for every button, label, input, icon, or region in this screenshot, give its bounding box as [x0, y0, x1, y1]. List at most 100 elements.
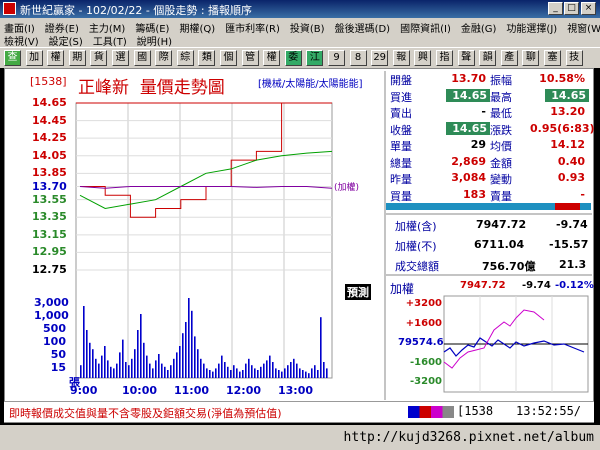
volume-bar — [272, 362, 274, 378]
price-axis-label: 14.25 — [32, 131, 67, 145]
industry-label: [機械/太陽能/太陽能能] — [258, 79, 363, 90]
volume-bar — [134, 349, 136, 378]
quote-amp-label: 振幅 — [490, 74, 512, 87]
forecast-tag[interactable]: 預測 — [345, 284, 371, 300]
volume-bar — [98, 363, 100, 378]
quote-amp-value: 10.58% — [539, 72, 585, 85]
quote-buy-label: 買進 — [390, 90, 412, 104]
price-axis-label: 13.70 — [32, 179, 67, 193]
quote-close-value: 14.65 — [446, 121, 490, 135]
volume-axis-label: 1,000 — [34, 309, 69, 322]
mini-chart-title: 加權 — [390, 282, 415, 296]
volume-bar — [245, 363, 247, 378]
volume-axis-label: 100 — [43, 335, 66, 348]
volume-bar — [182, 333, 184, 378]
index-row-1: 加權(含) — [395, 218, 437, 234]
time-axis-label: 9:00 — [70, 384, 98, 397]
quote-amt-value: 0.40 — [557, 154, 585, 168]
volume-bar — [212, 371, 214, 378]
index-row-3-label: 成交總額 — [395, 260, 439, 273]
volume-bar — [236, 368, 238, 378]
volume-bar — [92, 349, 94, 378]
quote-yvol-value: 3,084 — [451, 171, 486, 184]
quote-svol-label: 賣量 — [490, 189, 512, 203]
status-time: 13:52:55/ — [516, 404, 582, 418]
volume-bar — [269, 355, 271, 378]
volume-bar — [296, 363, 298, 378]
volume-bar — [119, 352, 121, 378]
quote-tvol-label: 總量 — [390, 156, 412, 170]
volume-bar — [290, 362, 292, 378]
index-row-1-label: 加權(含) — [395, 220, 437, 233]
volume-bar — [275, 368, 277, 378]
volume-bar — [218, 363, 220, 378]
volume-bar — [113, 368, 115, 378]
stock-name: 正峰新 量價走勢圖 — [78, 73, 225, 98]
volume-axis-label: 50 — [50, 348, 66, 361]
volume-bar — [293, 358, 295, 378]
mini-axis-label: 79574.6 — [398, 337, 444, 348]
volume-bar — [128, 365, 130, 378]
volume-axis-label: 15 — [50, 361, 66, 374]
volume-bar — [281, 371, 283, 378]
volume-bar — [314, 365, 316, 378]
mini-axis-label: -1600 — [410, 356, 442, 368]
quote-high-label: 最高 — [490, 90, 512, 104]
volume-bar — [215, 368, 217, 378]
price-axis-label: 13.15 — [32, 227, 67, 241]
stock-code: [1538] — [30, 75, 67, 88]
quote-chg-label: 漲跌 — [490, 123, 512, 137]
quote-sell-label: 賣出 — [390, 107, 412, 120]
volume-bar — [254, 368, 256, 378]
volume-bar — [152, 368, 154, 378]
volume-bar — [308, 373, 310, 378]
volume-bar — [188, 298, 190, 378]
volume-bar — [320, 317, 322, 378]
volume-bar — [242, 370, 244, 378]
volume-bar — [107, 360, 109, 378]
time-axis-label: 12:00 — [226, 384, 262, 397]
quote-open-label: 開盤 — [390, 74, 412, 87]
price-axis-label: 13.55 — [32, 192, 67, 206]
volume-bar — [248, 358, 250, 378]
quote-tvol-value: 2,869 — [451, 154, 486, 168]
quote-avg-value: 14.12 — [550, 138, 585, 151]
volume-bar — [284, 368, 286, 378]
volume-bar — [176, 352, 178, 378]
volume-bar — [299, 368, 301, 378]
price-axis-label: 14.05 — [32, 148, 67, 162]
mini-chart-change: -9.74 — [522, 280, 551, 291]
volume-bar — [263, 363, 265, 378]
volume-bar — [179, 346, 181, 378]
index-row-2-label: 加權(不) — [395, 240, 437, 253]
mini-axis-label: +1600 — [405, 317, 442, 329]
volume-bar — [266, 360, 268, 378]
quote-amt-label: 金額 — [490, 156, 512, 170]
volume-bar — [194, 336, 196, 378]
volume-axis-label: 500 — [43, 322, 66, 335]
volume-bar — [158, 354, 160, 378]
time-axis-label: 11:00 — [174, 384, 210, 397]
volume-bar — [278, 370, 280, 378]
volume-bar — [95, 358, 97, 378]
volume-bar — [146, 355, 148, 378]
quote-low-label: 最低 — [490, 107, 512, 120]
volume-axis-label: 3,000 — [34, 296, 69, 309]
index-row-3: 成交總額 — [395, 258, 439, 274]
quote-bvol-value: 183 — [463, 187, 486, 201]
color-legend — [408, 406, 454, 418]
volume-bar — [89, 342, 91, 378]
volume-bar — [173, 358, 175, 378]
index-row-1-change: -9.74 — [556, 218, 588, 231]
volume-bar — [191, 310, 193, 378]
chart-title: 量價走勢圖 — [139, 78, 225, 98]
quote-open-value: 13.70 — [451, 72, 486, 85]
mini-axis-label: -3200 — [410, 376, 442, 387]
mini-chart-value: 7947.72 — [460, 280, 506, 291]
quote-buy-value: 14.65 — [446, 88, 490, 102]
quote-unit-label: 單量 — [390, 140, 412, 153]
volume-bar — [302, 370, 304, 378]
volume-bar — [116, 363, 118, 378]
volume-bar — [125, 362, 127, 378]
footer: http://kujd3268.pixnet.net/album — [0, 425, 600, 450]
